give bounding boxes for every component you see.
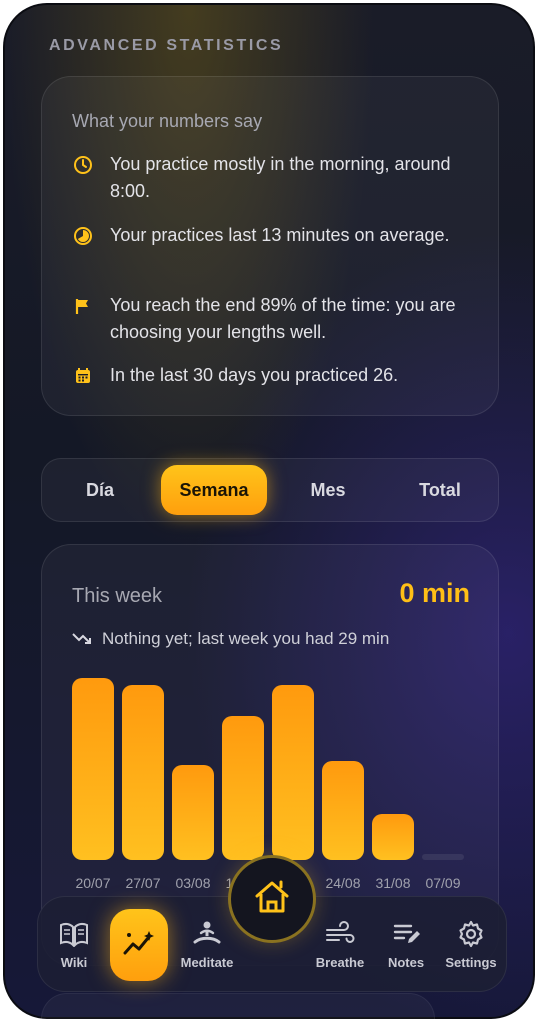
insight-text: Your practices last 13 minutes on averag… bbox=[110, 225, 450, 245]
chart-bar bbox=[122, 685, 164, 860]
nav-settings[interactable]: Settings bbox=[440, 897, 502, 991]
chart-bar bbox=[322, 761, 364, 860]
clock-icon bbox=[72, 154, 94, 176]
gear-icon bbox=[456, 919, 486, 949]
nav-stats[interactable] bbox=[110, 909, 168, 981]
tab-semana[interactable]: Semana bbox=[161, 465, 267, 515]
x-tick-label: 07/09 bbox=[425, 875, 461, 891]
trend-row: Nothing yet; last week you had 29 min bbox=[72, 629, 389, 649]
wind-icon bbox=[325, 919, 355, 949]
insights-heading: What your numbers say bbox=[72, 111, 263, 131]
nav-label: Settings bbox=[445, 954, 497, 970]
nav-label: Meditate bbox=[180, 954, 234, 970]
trend-text: Nothing yet; last week you had 29 min bbox=[102, 629, 390, 648]
nav-notes[interactable]: Notes bbox=[380, 897, 432, 991]
nav-wiki[interactable]: Wiki bbox=[46, 897, 102, 991]
tab-total[interactable]: Total bbox=[392, 465, 488, 515]
next-card-peek bbox=[41, 993, 435, 1019]
x-tick-label: 03/08 bbox=[175, 875, 211, 891]
pie-timer-icon bbox=[72, 225, 94, 247]
nav-label: Notes bbox=[387, 954, 425, 970]
insight-last-30-days: In the last 30 days you practiced 26. bbox=[72, 362, 460, 389]
insight-completion: You reach the end 89% of the time: you a… bbox=[72, 292, 460, 346]
period-tabs: Día Semana Mes Total bbox=[41, 458, 499, 522]
x-tick-label: 27/07 bbox=[125, 875, 161, 891]
insight-text: In the last 30 days you practiced 26. bbox=[110, 365, 399, 385]
home-button[interactable] bbox=[228, 855, 316, 943]
insight-practice-length: Your practices last 13 minutes on averag… bbox=[72, 222, 460, 249]
app-screen: ADVANCED STATISTICS What your numbers sa… bbox=[3, 3, 535, 1019]
home-icon bbox=[253, 879, 291, 920]
chart-bar bbox=[172, 765, 214, 860]
bar-chart bbox=[72, 670, 472, 860]
tab-mes[interactable]: Mes bbox=[280, 465, 376, 515]
stats-sparkle-icon bbox=[122, 928, 156, 963]
period-total: 0 min bbox=[399, 578, 470, 608]
chart-bar bbox=[272, 685, 314, 860]
trend-down-icon bbox=[72, 631, 92, 647]
meditate-icon bbox=[192, 919, 222, 949]
nav-label: Wiki bbox=[60, 954, 88, 970]
section-title: ADVANCED STATISTICS bbox=[49, 37, 284, 54]
chart-bar bbox=[422, 854, 464, 860]
book-icon bbox=[59, 919, 89, 949]
insight-text: You practice mostly in the morning, arou… bbox=[110, 154, 451, 201]
insights-card: What your numbers say You practice mostl… bbox=[41, 76, 499, 416]
nav-breathe[interactable]: Breathe bbox=[310, 897, 370, 991]
flag-icon bbox=[72, 295, 94, 317]
insight-text: You reach the end 89% of the time: you a… bbox=[110, 295, 456, 342]
tab-dia[interactable]: Día bbox=[52, 465, 148, 515]
x-tick-label: 20/07 bbox=[75, 875, 111, 891]
x-tick-label: 24/08 bbox=[325, 875, 361, 891]
notes-icon bbox=[391, 919, 421, 949]
chart-bar bbox=[72, 678, 114, 860]
calendar-icon bbox=[72, 365, 94, 387]
insight-practice-time: You practice mostly in the morning, arou… bbox=[72, 151, 460, 205]
x-tick-label: 31/08 bbox=[375, 875, 411, 891]
chart-bar bbox=[372, 814, 414, 860]
nav-label: Breathe bbox=[315, 954, 365, 970]
period-label: This week bbox=[72, 585, 163, 607]
chart-bar bbox=[222, 716, 264, 860]
